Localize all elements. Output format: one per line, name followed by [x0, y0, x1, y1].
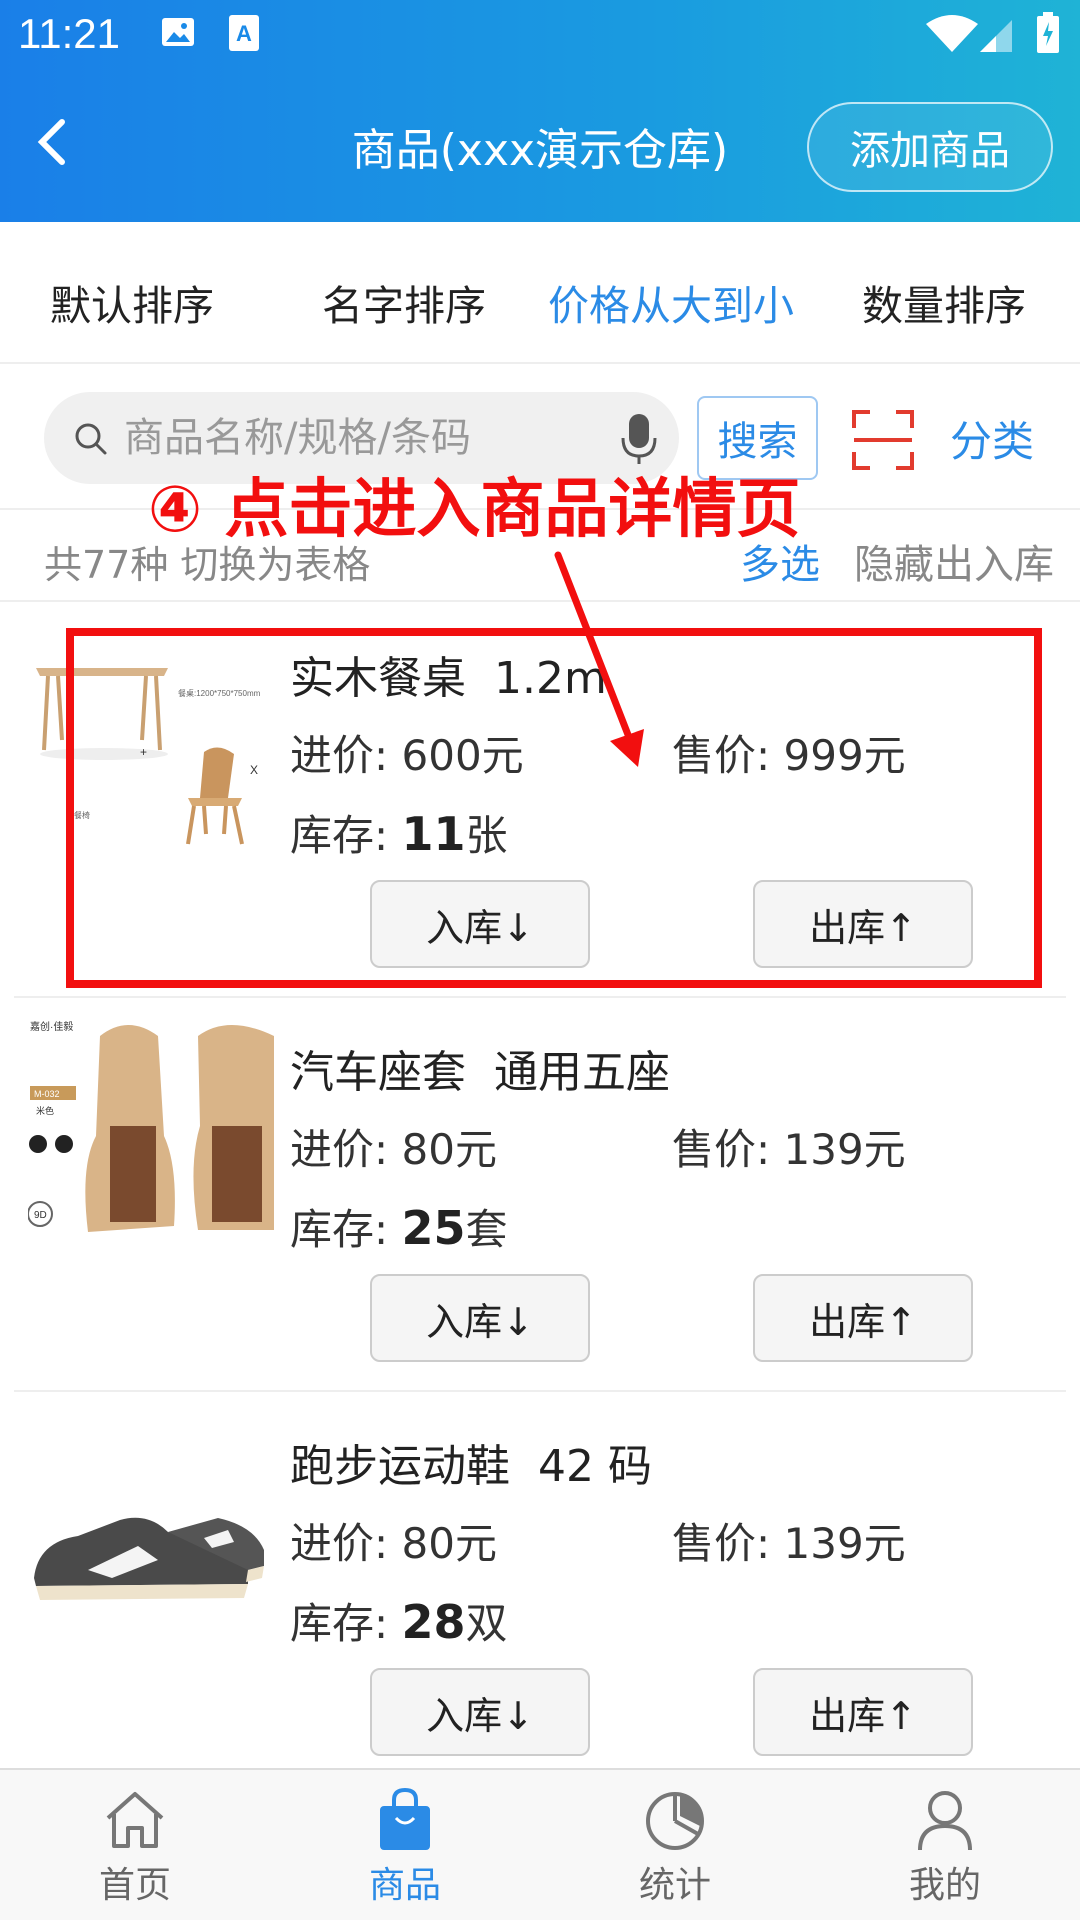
sort-tabs: 默认排序 名字排序 价格从大到小 数量排序 [0, 222, 1080, 364]
product-item[interactable]: 嘉创·佳毅 M-032 米色 9D 汽车座套 通用五座 进价: 80元 售价: … [14, 998, 1066, 1392]
product-cost: 进价: 80元 [290, 1125, 497, 1174]
product-item[interactable]: 餐桌:1200*750*750mm + X 餐椅 实木餐桌 1.2m 进价: 6… [14, 604, 1066, 998]
svg-text:嘉创·佳毅: 嘉创·佳毅 [30, 1020, 73, 1033]
stock-out-button[interactable]: 出库↑ [753, 1274, 973, 1362]
stock-in-button[interactable]: 入库↓ [370, 1668, 590, 1756]
bottom-nav: 首页 商品 统计 我的 [0, 1768, 1080, 1920]
app-header: 11:21 A 商品(xxx演示仓库) 添加商品 [0, 0, 1080, 222]
status-bar: 11:21 A [0, 0, 1080, 75]
annotation-label: ④ 点击进入商品详情页 [148, 473, 801, 547]
svg-text:+: + [140, 745, 147, 759]
product-stock: 库存: 28双 [290, 1595, 508, 1649]
app-notification-icon: A [228, 14, 260, 56]
product-image-running-shoes [28, 1410, 274, 1656]
svg-text:9D: 9D [34, 1210, 47, 1221]
category-link[interactable]: 分类 [950, 408, 1034, 469]
tab-quantity-sort[interactable]: 数量排序 [862, 272, 1026, 332]
shopping-bag-icon [380, 1788, 430, 1850]
stock-in-button[interactable]: 入库↓ [370, 880, 590, 968]
product-price: 售价: 139元 [672, 1125, 906, 1174]
product-image-car-seat-cover: 嘉创·佳毅 M-032 米色 9D [28, 1016, 274, 1262]
product-item[interactable]: 跑步运动鞋 42 码 进价: 80元 售价: 139元 库存: 28双 入库↓ … [14, 1392, 1066, 1786]
product-stock: 库存: 11张 [290, 807, 508, 861]
svg-text:M-032: M-032 [34, 1089, 60, 1099]
home-icon [106, 1792, 164, 1848]
status-time: 11:21 [18, 10, 120, 57]
svg-text:餐桌:1200*750*750mm: 餐桌:1200*750*750mm [178, 688, 261, 698]
product-name: 汽车座套 通用五座 [290, 1047, 670, 1098]
stock-out-button[interactable]: 出库↑ [753, 1668, 973, 1756]
tab-default-sort[interactable]: 默认排序 [50, 272, 214, 332]
svg-text:米色: 米色 [36, 1105, 54, 1116]
pie-chart-icon [646, 1792, 704, 1850]
stock-out-button[interactable]: 出库↑ [753, 880, 973, 968]
battery-icon [1036, 12, 1060, 58]
svg-text:A: A [236, 21, 252, 46]
product-cost: 进价: 80元 [290, 1519, 497, 1568]
product-name: 跑步运动鞋 42 码 [290, 1441, 652, 1492]
nav-products[interactable]: 商品 [305, 1788, 505, 1908]
nav-statistics[interactable]: 统计 [575, 1788, 775, 1908]
product-name: 实木餐桌 1.2m [290, 653, 607, 704]
product-price: 售价: 999元 [672, 731, 906, 780]
image-notification-icon [160, 14, 196, 54]
scan-icon[interactable] [852, 410, 914, 470]
product-list: 餐桌:1200*750*750mm + X 餐椅 实木餐桌 1.2m 进价: 6… [0, 604, 1080, 1786]
add-product-button[interactable]: 添加商品 [807, 102, 1053, 192]
tab-name-sort[interactable]: 名字排序 [322, 272, 486, 332]
product-cost: 进价: 600元 [290, 731, 524, 780]
product-stock: 库存: 25套 [290, 1201, 508, 1255]
hide-stock-buttons-link[interactable]: 隐藏出入库 [854, 532, 1054, 590]
stock-in-button[interactable]: 入库↓ [370, 1274, 590, 1362]
nav-profile[interactable]: 我的 [845, 1788, 1045, 1908]
nav-home[interactable]: 首页 [35, 1788, 235, 1908]
svg-text:餐椅: 餐椅 [74, 810, 90, 820]
cellular-signal-icon [978, 18, 1014, 58]
tab-price-sort[interactable]: 价格从大到小 [548, 272, 794, 332]
product-price: 售价: 139元 [672, 1519, 906, 1568]
nav-bar: 商品(xxx演示仓库) 添加商品 [0, 90, 1080, 200]
search-icon [75, 423, 107, 455]
wifi-icon [924, 14, 980, 58]
product-image-dining-table: 餐桌:1200*750*750mm + X 餐椅 [28, 622, 274, 868]
user-icon [918, 1791, 972, 1851]
svg-text:X: X [250, 763, 258, 777]
